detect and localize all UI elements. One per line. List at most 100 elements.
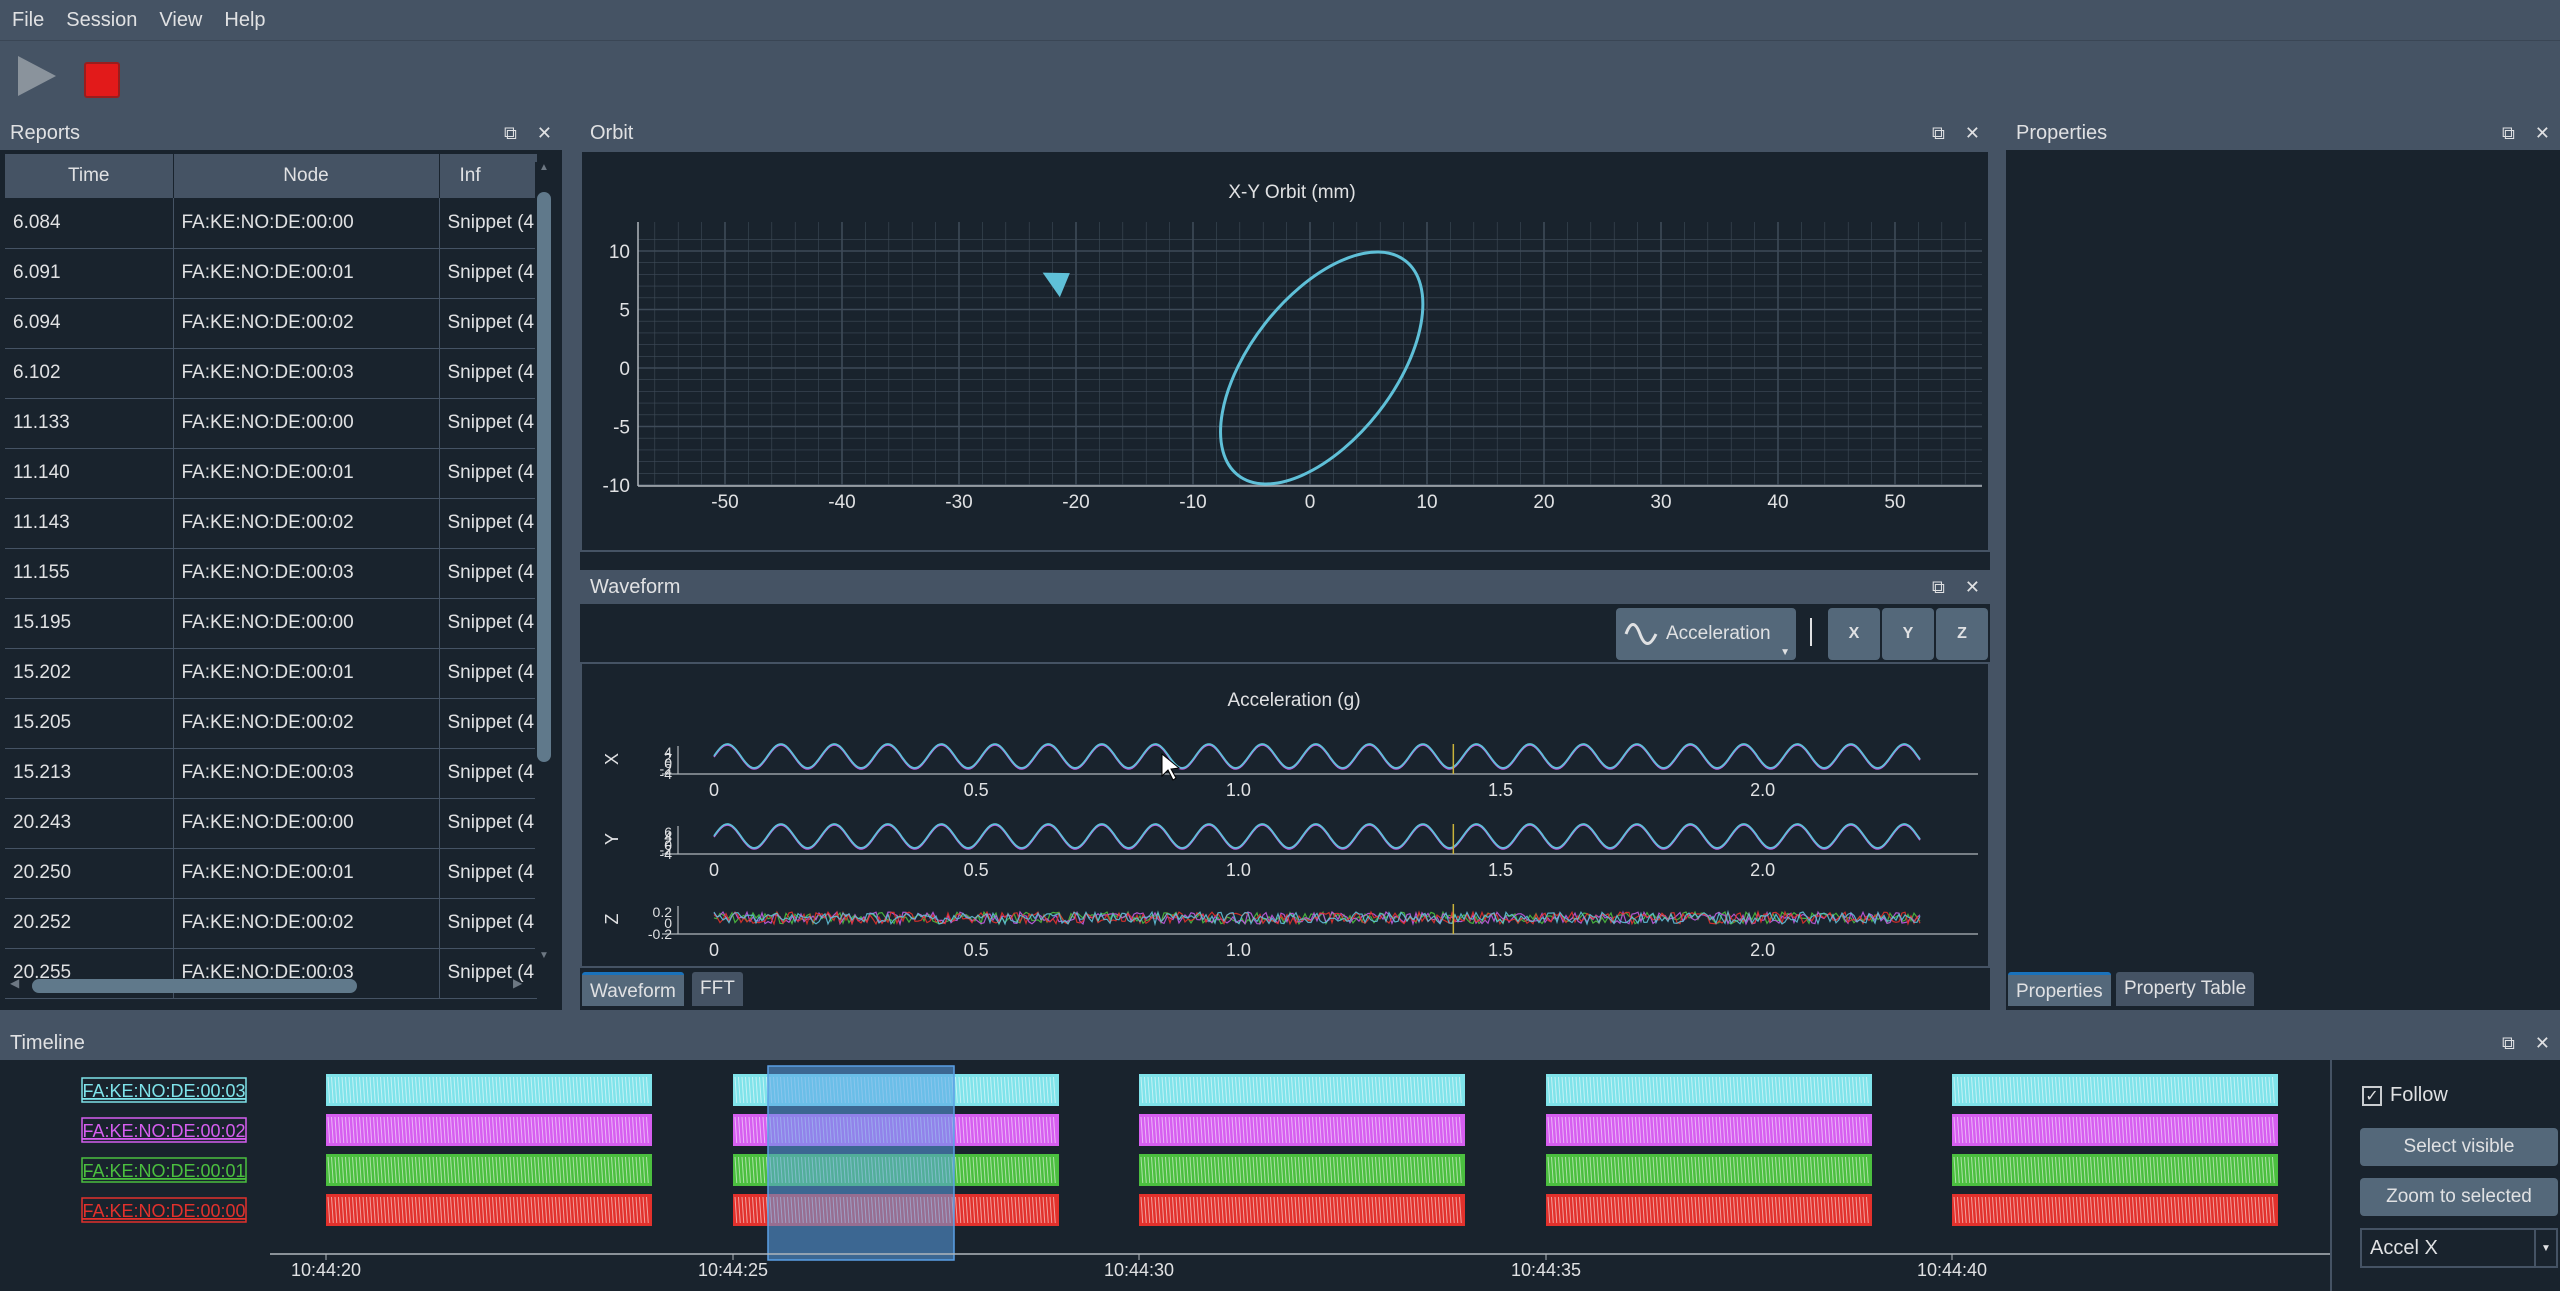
timeline-node-label: FA:KE:NO:DE:00:02: [82, 1121, 245, 1141]
cell-node: FA:KE:NO:DE:00:01: [173, 248, 440, 299]
table-row[interactable]: 20.250 FA:KE:NO:DE:00:01 Snippet (4: [5, 848, 537, 899]
reports-table: Time Node Inf 6.084 FA:KE:NO:DE:00:00 Snip…: [5, 154, 538, 999]
timeline-node-label: FA:KE:NO:DE:00:01: [82, 1161, 245, 1181]
float-icon[interactable]: ⧉: [1932, 116, 1945, 150]
table-row[interactable]: 11.133 FA:KE:NO:DE:00:00 Snippet (4: [5, 398, 537, 449]
cell-info: Snippet (4: [439, 348, 537, 399]
cell-info: Snippet (4: [439, 698, 537, 749]
waveform-title-text: Waveform: [590, 576, 681, 598]
menu-file[interactable]: File: [12, 9, 44, 32]
follow-checkbox[interactable]: ✓ Follow: [2362, 1084, 2448, 1107]
timeline-chart[interactable]: FA:KE:NO:DE:00:03 FA:KE:NO:DE:00:02 FA:KE:…: [0, 1060, 2330, 1291]
orbit-panel-title: Orbit ⧉ ✕: [580, 116, 1990, 150]
tab-fft[interactable]: FFT: [692, 972, 743, 1006]
channel-select[interactable]: Accel X ▼: [2360, 1228, 2558, 1268]
reports-vscrollbar[interactable]: ▲ ▼: [535, 162, 553, 962]
properties-panel: [2006, 150, 2560, 968]
x-tick-label: 0: [709, 780, 719, 800]
x-tick-label: 1.0: [1226, 940, 1251, 960]
x-tick-label: 30: [1650, 492, 1671, 513]
float-icon[interactable]: ⧉: [2502, 1026, 2515, 1060]
close-icon[interactable]: ✕: [537, 116, 552, 150]
toolbar-divider: [1810, 618, 1812, 646]
stop-icon[interactable]: [84, 62, 120, 98]
column-time[interactable]: Time: [5, 154, 174, 198]
column-info[interactable]: Inf: [439, 154, 538, 198]
table-row[interactable]: 6.102 FA:KE:NO:DE:00:03 Snippet (4: [5, 348, 537, 399]
menu-session[interactable]: Session: [66, 9, 137, 32]
cell-info: Snippet (4: [439, 848, 537, 899]
table-row[interactable]: 15.205 FA:KE:NO:DE:00:02 Snippet (4: [5, 698, 537, 749]
cell-time: 11.143: [5, 498, 174, 549]
cell-info: Snippet (4: [439, 548, 537, 599]
x-tick-label: 2.0: [1750, 860, 1775, 880]
tab-properties[interactable]: Properties: [2008, 972, 2111, 1006]
acceleration-plot-area: Acceleration (g) X 4 2 0 -2 -4 0 0.5 1.0 1.5 2.0 Y 6 4…: [580, 662, 1990, 968]
cell-node: FA:KE:NO:DE:00:01: [173, 648, 440, 699]
table-row[interactable]: 11.140 FA:KE:NO:DE:00:01 Snippet (4: [5, 448, 537, 499]
menu-view[interactable]: View: [159, 9, 202, 32]
acceleration-chart[interactable]: Acceleration (g)X 420-2-40 0.5 1.0 1.5 2.0Y 64…: [582, 664, 1988, 966]
check-icon[interactable]: ✓: [2362, 1085, 2382, 1106]
x-tick-label: 2.0: [1750, 940, 1775, 960]
cell-time: 15.195: [5, 598, 174, 649]
reports-vscroll-handle[interactable]: [537, 192, 551, 762]
table-row[interactable]: 6.094 FA:KE:NO:DE:00:02 Snippet (4: [5, 298, 537, 349]
orbit-chart[interactable]: X-Y Orbit (mm)-50 -40 -30 -20 -10 0 10 20 30 40 50…: [582, 152, 1988, 550]
zoom-to-selected-button[interactable]: Zoom to selected: [2360, 1178, 2558, 1216]
float-icon[interactable]: ⧉: [504, 116, 517, 150]
timeline-selection: [767, 1065, 955, 1261]
properties-tabbar: Properties Property Table: [2006, 968, 2560, 1010]
tab-property-table[interactable]: Property Table: [2116, 972, 2255, 1006]
axis-y-button[interactable]: Y: [1882, 608, 1934, 660]
close-icon[interactable]: ✕: [2535, 116, 2550, 150]
cell-info: Snippet (4: [439, 198, 537, 249]
channel-label: Y: [602, 833, 622, 845]
x-tick-label: 0.5: [964, 860, 989, 880]
axis-z-button[interactable]: Z: [1936, 608, 1988, 660]
splitter[interactable]: [562, 116, 580, 1010]
cell-time: 20.250: [5, 848, 174, 899]
table-row[interactable]: 6.091 FA:KE:NO:DE:00:01 Snippet (4: [5, 248, 537, 299]
close-icon[interactable]: ✕: [1965, 116, 1980, 150]
x-tick-label: 0: [709, 940, 719, 960]
reports-hscroll-handle[interactable]: [32, 979, 357, 993]
chevron-down-icon[interactable]: ▼: [2534, 1230, 2556, 1266]
table-row[interactable]: 20.252 FA:KE:NO:DE:00:02 Snippet (4: [5, 898, 537, 949]
play-icon[interactable]: [14, 54, 58, 98]
y-tick-label: -10: [603, 476, 630, 497]
table-row[interactable]: 20.243 FA:KE:NO:DE:00:00 Snippet (4: [5, 798, 537, 849]
timeline-tick-label: 10:44:30: [1104, 1260, 1174, 1280]
select-visible-button[interactable]: Select visible: [2360, 1128, 2558, 1166]
cell-node: FA:KE:NO:DE:00:00: [173, 798, 440, 849]
menu-help[interactable]: Help: [224, 9, 265, 32]
x-tick-label: -20: [1062, 492, 1089, 513]
cell-info: Snippet (4: [439, 448, 537, 499]
close-icon[interactable]: ✕: [1965, 570, 1980, 604]
properties-title-text: Properties: [2016, 122, 2108, 144]
splitter[interactable]: [1990, 116, 2006, 1010]
table-row[interactable]: 15.213 FA:KE:NO:DE:00:03 Snippet (4: [5, 748, 537, 799]
column-node[interactable]: Node: [173, 154, 440, 198]
tab-waveform[interactable]: Waveform: [582, 972, 684, 1006]
cell-info: Snippet (4: [439, 898, 537, 949]
table-row[interactable]: 11.143 FA:KE:NO:DE:00:02 Snippet (4: [5, 498, 537, 549]
float-icon[interactable]: ⧉: [1932, 570, 1945, 604]
float-icon[interactable]: ⧉: [2502, 116, 2515, 150]
cell-info: Snippet (4: [439, 748, 537, 799]
close-icon[interactable]: ✕: [2535, 1026, 2550, 1060]
table-row[interactable]: 11.155 FA:KE:NO:DE:00:03 Snippet (4: [5, 548, 537, 599]
measure-select[interactable]: Acceleration ▼: [1616, 608, 1796, 660]
reports-hscrollbar[interactable]: ◀ ▶: [10, 976, 530, 994]
reports-panel: Time Node Inf 6.084 FA:KE:NO:DE:00:00 Snip…: [0, 150, 562, 1010]
x-tick-label: 1.5: [1488, 940, 1513, 960]
y-tick-label: -4: [660, 766, 673, 782]
axis-x-button[interactable]: X: [1828, 608, 1880, 660]
table-row[interactable]: 15.202 FA:KE:NO:DE:00:01 Snippet (4: [5, 648, 537, 699]
x-tick-label: 1.0: [1226, 780, 1251, 800]
x-tick-label: -10: [1179, 492, 1206, 513]
splitter[interactable]: [0, 1010, 2560, 1026]
cell-node: FA:KE:NO:DE:00:02: [173, 698, 440, 749]
table-row[interactable]: 6.084 FA:KE:NO:DE:00:00 Snippet (4: [5, 198, 537, 249]
table-row[interactable]: 15.195 FA:KE:NO:DE:00:00 Snippet (4: [5, 598, 537, 649]
